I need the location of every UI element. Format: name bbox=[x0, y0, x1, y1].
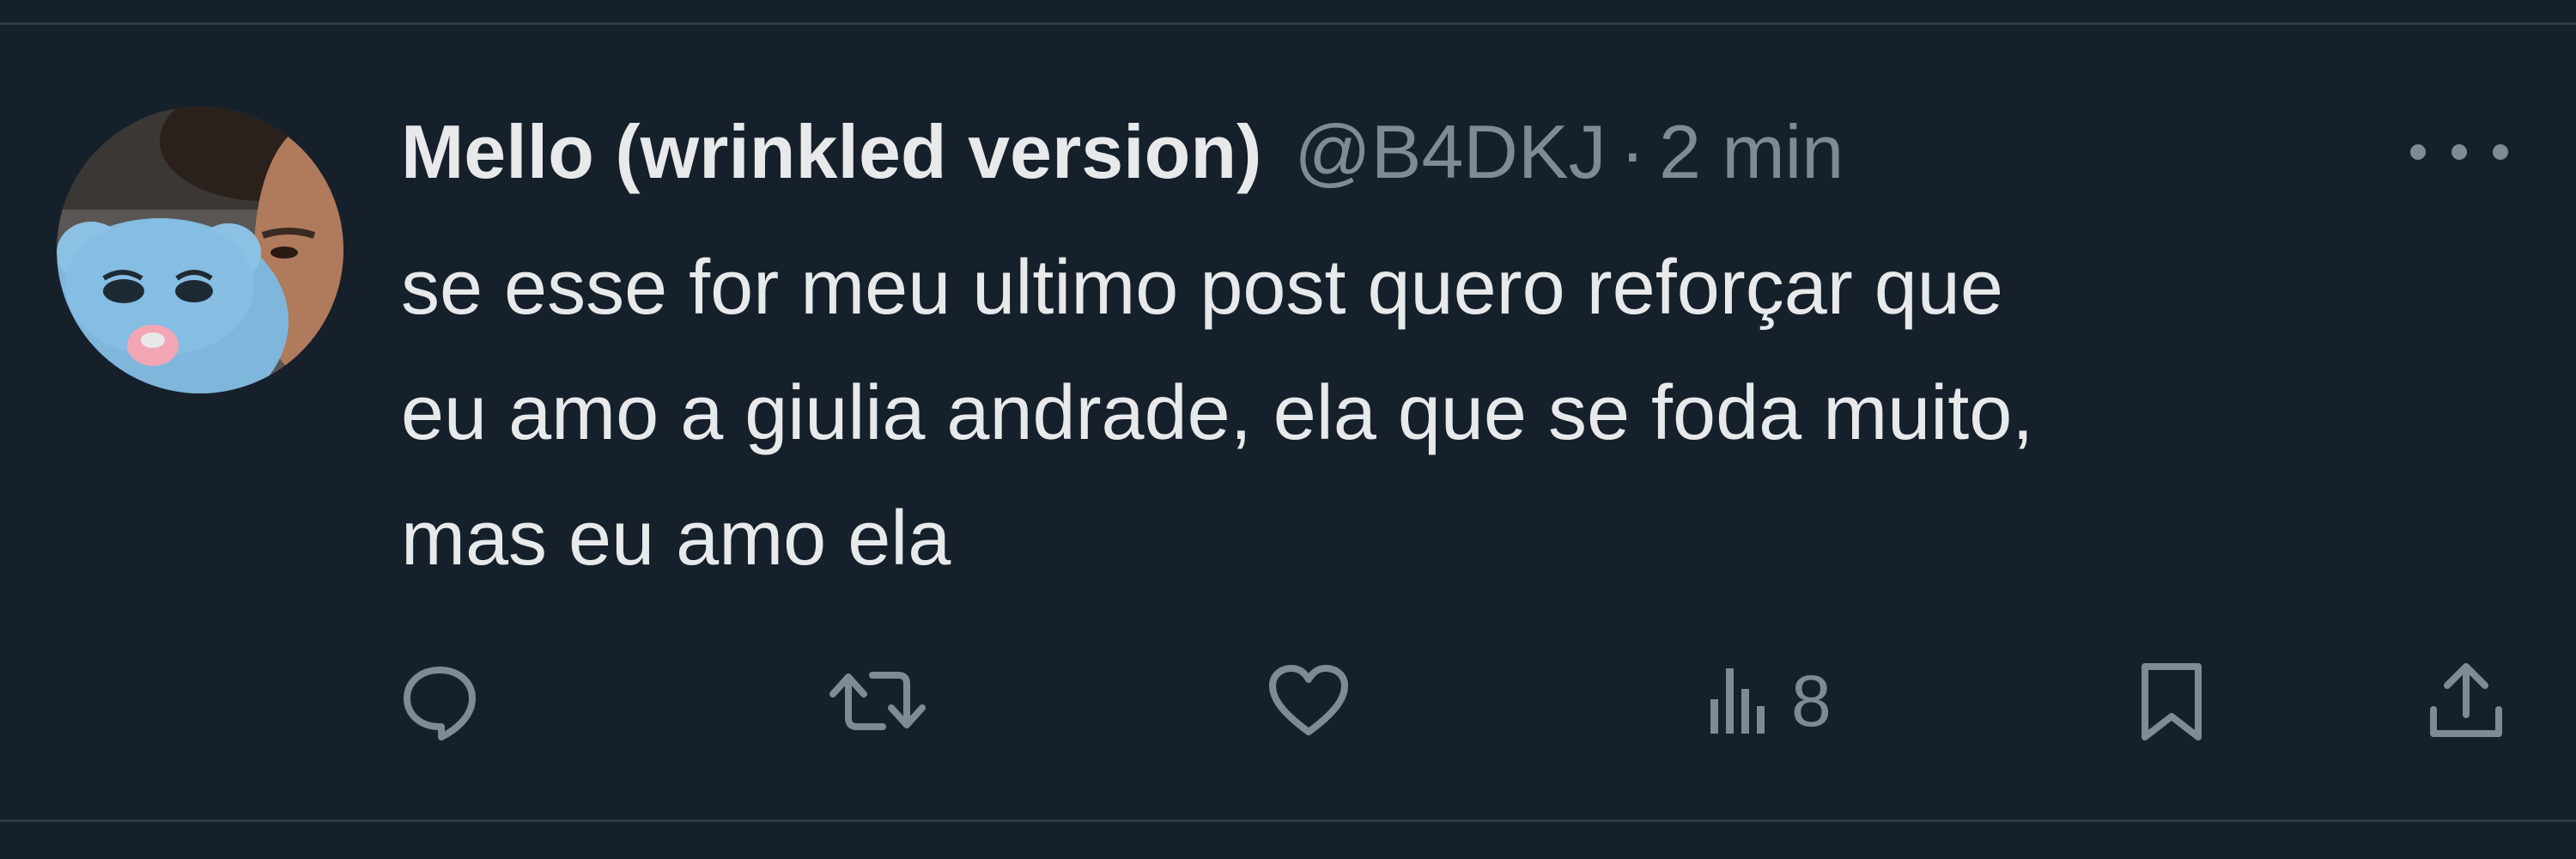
more-options-button[interactable] bbox=[2403, 125, 2516, 179]
bookmark-icon bbox=[2142, 663, 2202, 740]
share-icon bbox=[2430, 663, 2502, 737]
share-button[interactable] bbox=[2423, 658, 2509, 744]
tweet-text-line: mas eu amo ela bbox=[401, 496, 951, 582]
tweet-timestamp[interactable]: 2 min bbox=[1659, 108, 1844, 196]
avatar[interactable] bbox=[57, 107, 343, 393]
author-handle[interactable]: @B4DKJ bbox=[1294, 108, 1606, 196]
tweet-text: se esse for meu ultimo post quero reforç… bbox=[401, 225, 2513, 601]
retweet-button[interactable] bbox=[829, 658, 926, 744]
bookmark-button[interactable] bbox=[2133, 658, 2210, 744]
views-bar-icon bbox=[1710, 668, 1765, 734]
heart-icon bbox=[1269, 665, 1348, 735]
top-divider bbox=[0, 22, 2576, 25]
tweet-text-line: se esse for meu ultimo post quero reforç… bbox=[401, 245, 2003, 331]
bottom-divider bbox=[0, 819, 2576, 822]
views-count: 8 bbox=[1791, 660, 1832, 741]
avatar-image bbox=[57, 107, 343, 393]
tweet-text-line: eu amo a giulia andrade, ela que se foda… bbox=[401, 370, 2034, 456]
header-separator: · bbox=[1619, 109, 1645, 194]
retweet-icon bbox=[829, 672, 926, 730]
reply-button[interactable] bbox=[397, 658, 483, 744]
reply-icon bbox=[404, 667, 476, 740]
author-display-name[interactable]: Mello (wrinkled version) bbox=[401, 108, 1261, 196]
more-horizontal-icon bbox=[2410, 144, 2508, 160]
tweet-header: Mello (wrinkled version) @B4DKJ · 2 min bbox=[401, 105, 2462, 199]
views-button[interactable]: 8 bbox=[1707, 658, 1832, 744]
like-button[interactable] bbox=[1266, 658, 1352, 744]
